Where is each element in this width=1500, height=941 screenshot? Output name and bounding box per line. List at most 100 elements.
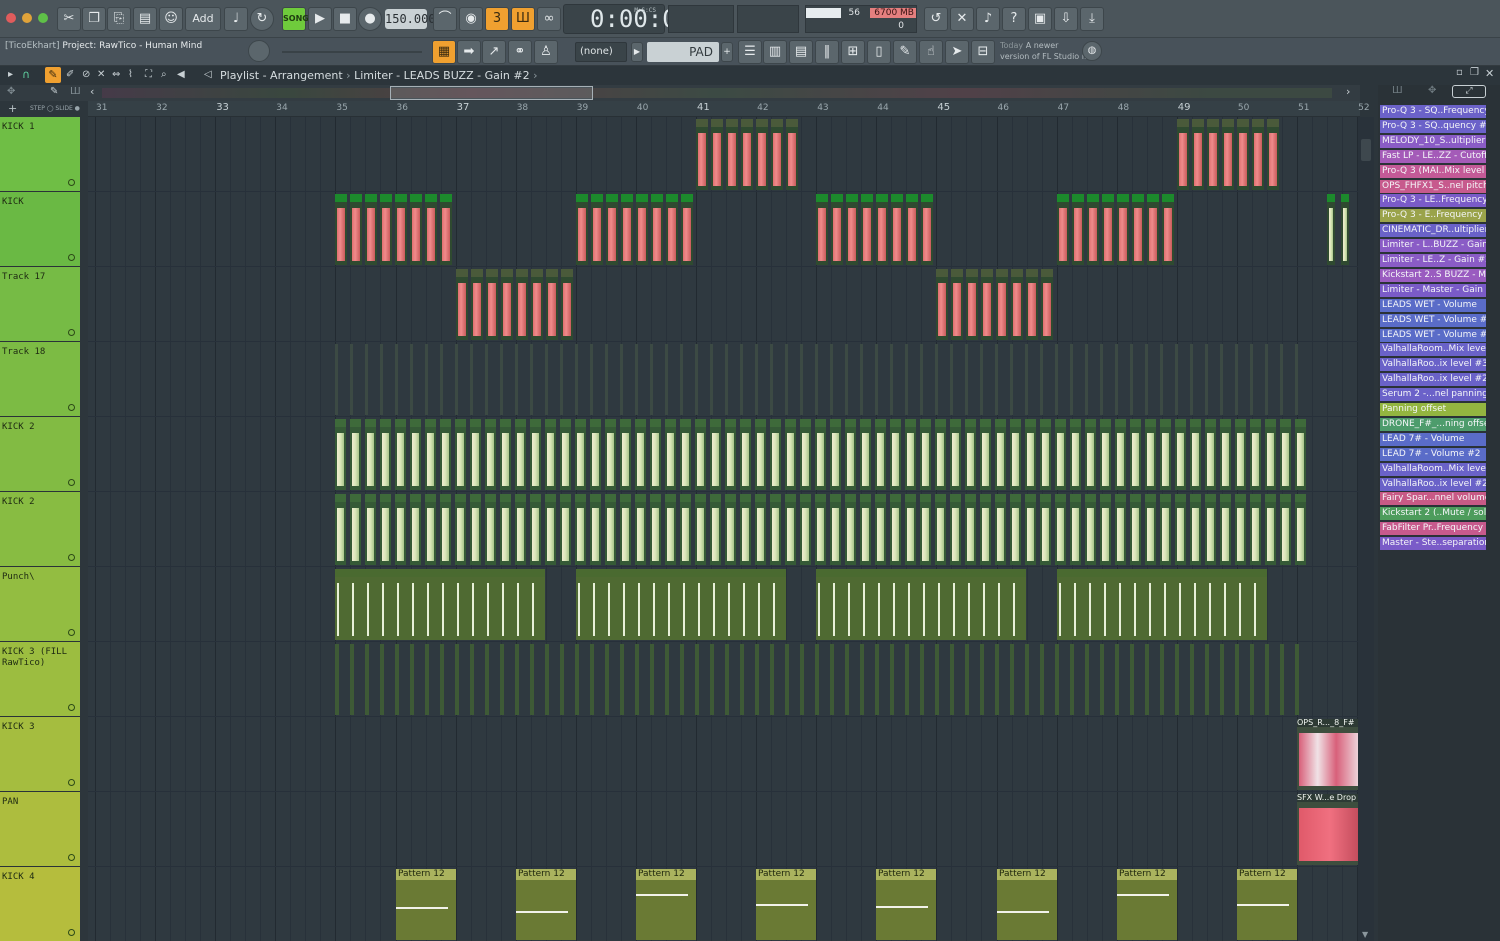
audio-clip[interactable]	[1145, 419, 1156, 490]
slice-tool-icon[interactable]: ⌇	[128, 69, 133, 80]
pencil-icon[interactable]: ✎	[50, 86, 58, 97]
clip-header[interactable]	[531, 269, 543, 277]
clip-header[interactable]	[560, 344, 563, 352]
audio-clip[interactable]	[455, 644, 459, 715]
audio-clip[interactable]	[1160, 494, 1171, 565]
clip-header[interactable]	[875, 644, 879, 652]
pattern-clip[interactable]: Pattern 12	[1237, 869, 1297, 940]
audio-clip[interactable]	[1070, 494, 1081, 565]
audio-clip[interactable]	[1057, 194, 1069, 265]
audio-clip[interactable]	[516, 269, 528, 340]
clip-header[interactable]	[666, 194, 678, 202]
audio-clip[interactable]	[1115, 644, 1119, 715]
clip-header[interactable]	[1265, 419, 1276, 427]
audio-clip[interactable]	[530, 419, 541, 490]
clip-header[interactable]	[1115, 494, 1126, 502]
audio-clip[interactable]	[890, 419, 901, 490]
audio-clip[interactable]	[785, 494, 796, 565]
clip-header[interactable]	[1280, 494, 1291, 502]
track-header[interactable]: KICK 4	[0, 867, 80, 941]
audio-clip[interactable]	[845, 644, 849, 715]
audio-clip[interactable]	[1162, 194, 1174, 265]
audio-clip[interactable]	[1190, 494, 1201, 565]
clip-header[interactable]	[1010, 344, 1013, 352]
clip-header[interactable]	[935, 344, 938, 352]
clip-header[interactable]	[1055, 419, 1066, 427]
clip-header[interactable]	[950, 344, 953, 352]
audio-clip[interactable]	[1070, 644, 1074, 715]
clip-header[interactable]	[380, 194, 392, 202]
audio-clip[interactable]	[1252, 119, 1264, 190]
audio-clip[interactable]	[395, 494, 406, 565]
clip-header[interactable]	[800, 419, 811, 427]
clip-header[interactable]	[785, 344, 788, 352]
clip-header[interactable]	[335, 644, 339, 652]
audio-clip[interactable]	[1220, 344, 1223, 415]
loop-icon[interactable]: ↻	[250, 7, 274, 31]
track-header[interactable]: KICK	[0, 192, 80, 267]
clip-header[interactable]	[695, 419, 706, 427]
audio-clip[interactable]	[845, 344, 848, 415]
stamp-icon[interactable]: ♙	[534, 40, 558, 64]
audio-clip[interactable]	[636, 194, 648, 265]
audio-clip[interactable]	[725, 494, 736, 565]
clip-header[interactable]	[425, 644, 429, 652]
track-mute-toggle[interactable]	[68, 554, 75, 561]
clip-header[interactable]	[1085, 494, 1096, 502]
audio-clip[interactable]	[590, 344, 593, 415]
audio-clip[interactable]	[710, 344, 713, 415]
playlist-icon[interactable]: ▦	[432, 40, 456, 64]
audio-clip[interactable]	[501, 269, 513, 340]
audio-clip[interactable]	[816, 194, 828, 265]
clip-header[interactable]	[365, 419, 376, 427]
audio-clip[interactable]	[695, 344, 698, 415]
automation-clip-item[interactable]: Fast LP - LE..ZZ - Cutoff	[1380, 149, 1486, 163]
clip-header[interactable]: Pattern 12	[756, 869, 816, 880]
clip-header[interactable]	[800, 494, 811, 502]
clip-header[interactable]	[636, 194, 648, 202]
pattern-clip[interactable]: Pattern 12	[997, 869, 1057, 940]
clip-header[interactable]	[1102, 194, 1114, 202]
clip-header[interactable]	[545, 494, 556, 502]
audio-clip[interactable]	[1265, 644, 1269, 715]
clip-header[interactable]	[665, 494, 676, 502]
automation-clip-item[interactable]: Pro-Q 3 - LE..Frequency	[1380, 194, 1486, 208]
clip-header[interactable]	[980, 344, 983, 352]
audio-clip[interactable]	[440, 194, 452, 265]
track-mute-toggle[interactable]	[68, 629, 75, 636]
clip-header[interactable]	[770, 419, 781, 427]
clip-header[interactable]	[755, 644, 759, 652]
clip-header[interactable]	[846, 194, 858, 202]
audio-clip[interactable]	[1295, 419, 1306, 490]
clip-header[interactable]	[1190, 644, 1194, 652]
clip-header[interactable]	[1100, 494, 1111, 502]
automation-clip-item[interactable]: ValhallaRoom..Mix level	[1380, 343, 1486, 357]
clip-header[interactable]	[680, 644, 684, 652]
audio-clip[interactable]	[681, 194, 693, 265]
clip-header[interactable]	[1205, 419, 1216, 427]
audio-clip[interactable]	[1220, 419, 1231, 490]
audio-clip[interactable]	[380, 644, 384, 715]
clip-header[interactable]	[1175, 344, 1178, 352]
clip-header[interactable]	[440, 194, 452, 202]
audio-clip[interactable]	[1295, 344, 1298, 415]
audio-clip[interactable]	[996, 269, 1008, 340]
automation-clip-item[interactable]: Kickstart 2..S BUZZ - Mix	[1380, 268, 1486, 282]
automation-clip-icon[interactable]: ⤢	[1452, 85, 1486, 98]
track-mute-toggle[interactable]	[68, 854, 75, 861]
clip-header[interactable]	[1147, 194, 1159, 202]
help-icon[interactable]: ?	[1002, 7, 1026, 31]
clip-header[interactable]	[696, 119, 708, 127]
clip-header[interactable]	[1132, 194, 1144, 202]
clip-header[interactable]	[935, 644, 939, 652]
clip-header[interactable]	[1025, 344, 1028, 352]
ops-audio-clip[interactable]: OPS_R..._8_F#	[1297, 719, 1358, 790]
clip-header[interactable]	[740, 644, 744, 652]
clip-header[interactable]	[545, 644, 549, 652]
pattern-clip[interactable]: Pattern 12	[516, 869, 576, 940]
audio-clip[interactable]	[786, 119, 798, 190]
restore-icon[interactable]: ❐	[1470, 67, 1479, 78]
clip-header[interactable]	[440, 344, 443, 352]
clip-header[interactable]	[875, 419, 886, 427]
clip-header[interactable]	[1100, 644, 1104, 652]
